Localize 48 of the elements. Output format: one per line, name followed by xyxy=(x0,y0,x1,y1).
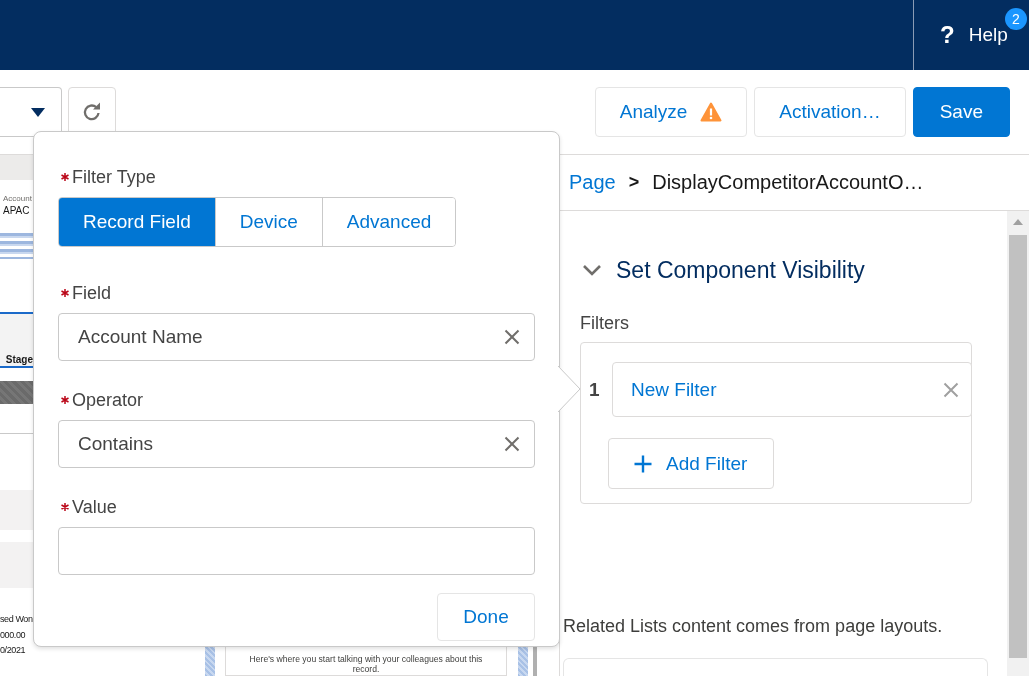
field-label: Field xyxy=(72,282,111,304)
caret-icon xyxy=(31,107,45,117)
notification-badge: 2 xyxy=(1005,8,1027,30)
input-field[interactable] xyxy=(58,527,535,575)
column-header: Stage xyxy=(5,353,33,366)
preview-row xyxy=(0,490,33,530)
dropdown-field[interactable] xyxy=(0,87,62,137)
record-text: sed Won xyxy=(0,613,33,626)
activation-button[interactable]: Activation… xyxy=(754,87,906,137)
preview-stripe xyxy=(518,647,528,676)
field-label: Filter Type xyxy=(72,166,156,188)
refresh-icon xyxy=(82,102,102,122)
done-button[interactable]: Done xyxy=(437,593,535,641)
scroll-up-icon[interactable] xyxy=(1013,219,1023,225)
segment-button[interactable]: Record Field xyxy=(59,198,216,246)
breadcrumb-link[interactable]: Page xyxy=(569,171,616,194)
field-label: Operator xyxy=(72,389,144,411)
preview-row xyxy=(0,542,33,588)
analyze-button[interactable]: Analyze xyxy=(594,87,748,137)
remove-icon[interactable] xyxy=(943,381,959,398)
preview-dark-bar xyxy=(0,381,33,404)
record-text: 0/2021 xyxy=(0,644,27,657)
filter-number: 1 xyxy=(588,378,601,401)
input-field[interactable]: Contains xyxy=(58,420,535,468)
breadcrumb-current: DisplayCompetitorAccountO… xyxy=(652,171,924,194)
question-icon: ? xyxy=(940,21,955,49)
add-filter-button[interactable]: Add Filter xyxy=(608,438,774,489)
preview-header-bar xyxy=(0,155,33,180)
section-title: Set Component Visibility xyxy=(616,256,865,284)
breadcrumb-separator: > xyxy=(628,172,640,193)
help-button[interactable]: ? Help xyxy=(940,21,1008,49)
clear-icon[interactable] xyxy=(504,436,520,452)
preview-stripe xyxy=(205,647,215,676)
input-field[interactable]: Account Name xyxy=(58,313,535,361)
highlight-bar xyxy=(0,233,33,259)
clear-icon[interactable] xyxy=(504,329,520,345)
save-button[interactable]: Save xyxy=(912,87,1010,137)
field-label: Account xyxy=(3,194,33,204)
scrollbar-thumb[interactable] xyxy=(1009,235,1027,658)
field-label: Value xyxy=(72,496,117,518)
scrollbar[interactable] xyxy=(1007,211,1029,676)
field-value: APAC xyxy=(3,204,31,218)
filters-label: Filters xyxy=(580,312,629,334)
plus-icon xyxy=(634,454,652,473)
filter-item[interactable]: New Filter xyxy=(612,362,972,417)
info-note: Related Lists content comes from page layouts. xyxy=(563,615,943,637)
record-text: 000.00 xyxy=(0,628,27,642)
feed-message: Here's where you start talking with your colleagues about this record. xyxy=(248,654,484,674)
